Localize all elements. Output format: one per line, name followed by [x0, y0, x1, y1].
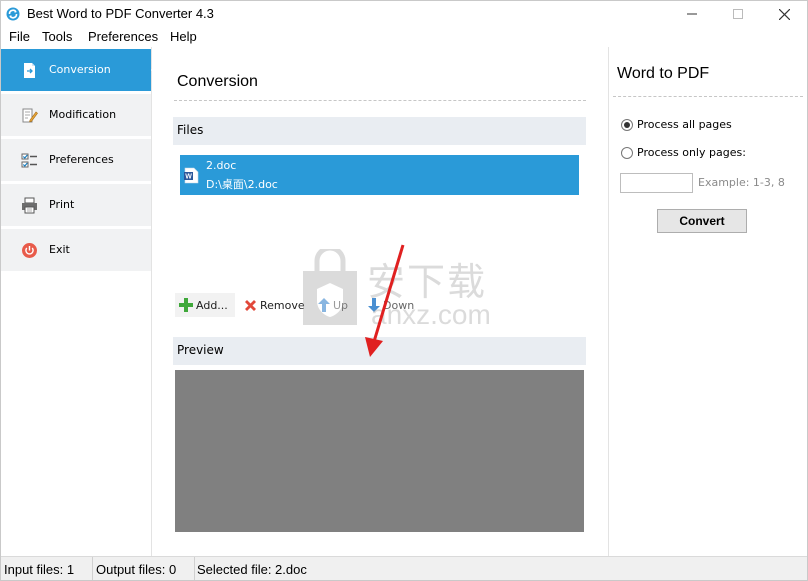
svg-text:W: W — [185, 174, 192, 181]
sidebar-item-label: Print — [49, 198, 75, 211]
maximize-button[interactable] — [715, 1, 761, 27]
status-bar: Input files: 1 Output files: 0 Selected … — [1, 556, 807, 580]
checklist-icon — [21, 153, 37, 168]
files-header: Files — [173, 117, 586, 145]
pages-input[interactable] — [620, 173, 693, 193]
options-title: Word to PDF — [617, 65, 710, 82]
app-logo-icon — [6, 7, 20, 21]
status-selected-file: Selected file: 2.doc — [197, 561, 307, 577]
annotation-arrow-icon — [365, 244, 405, 357]
remove-x-icon — [245, 299, 256, 311]
file-path: D:\桌面\2.doc — [206, 178, 278, 191]
conversion-panel: Conversion Files W 2.doc D:\桌面\2.doc Add… — [152, 47, 607, 556]
process-all-label: Process all pages — [637, 118, 732, 131]
sidebar-item-print[interactable]: Print — [1, 184, 151, 227]
menu-help[interactable]: Help — [170, 29, 197, 44]
power-icon — [22, 243, 37, 258]
conversion-icon — [24, 63, 35, 78]
process-all-radio[interactable] — [621, 119, 633, 131]
sidebar: Conversion Modification Preferences Prin… — [1, 47, 158, 556]
minimize-button[interactable] — [669, 1, 715, 27]
menu-file[interactable]: File — [9, 29, 30, 44]
window-title: Best Word to PDF Converter 4.3 — [27, 6, 214, 21]
process-only-label: Process only pages: — [637, 146, 746, 159]
menu-tools[interactable]: Tools — [42, 29, 72, 44]
sidebar-item-label: Exit — [49, 243, 70, 256]
process-only-radio[interactable] — [621, 147, 633, 159]
options-divider — [613, 96, 803, 97]
preview-header-label: Preview — [177, 343, 224, 357]
options-panel: Word to PDF Process all pages Process on… — [608, 47, 807, 556]
file-name: 2.doc — [206, 159, 237, 172]
close-button[interactable] — [761, 1, 807, 27]
status-input-files: Input files: 1 — [1, 557, 93, 580]
sidebar-item-label: Modification — [49, 108, 117, 121]
maximize-icon — [733, 9, 743, 19]
edit-icon — [22, 108, 38, 123]
plus-icon — [179, 298, 193, 312]
sidebar-item-modification[interactable]: Modification — [1, 94, 151, 137]
shield-bag-icon — [303, 245, 357, 325]
menu-bar: File Tools Preferences Help — [1, 27, 807, 47]
files-header-label: Files — [177, 123, 204, 137]
printer-icon — [22, 197, 37, 214]
minimize-icon — [687, 13, 697, 15]
add-button[interactable]: Add... — [175, 293, 235, 317]
convert-button[interactable]: Convert — [657, 209, 747, 233]
preview-area — [175, 370, 584, 532]
sidebar-item-label: Conversion — [49, 63, 111, 76]
title-bar: Best Word to PDF Converter 4.3 — [1, 1, 807, 27]
add-button-label: Add... — [196, 298, 228, 312]
close-icon — [778, 8, 790, 20]
menu-preferences[interactable]: Preferences — [88, 29, 158, 44]
sidebar-item-exit[interactable]: Exit — [1, 229, 151, 272]
sidebar-item-preferences[interactable]: Preferences — [1, 139, 151, 182]
page-title: Conversion — [177, 73, 258, 90]
word-document-icon: W — [184, 167, 199, 184]
sidebar-item-conversion[interactable]: Conversion — [1, 49, 158, 92]
pages-hint: Example: 1-3, 8 — [698, 176, 785, 189]
sidebar-item-label: Preferences — [49, 153, 114, 166]
status-output-files: Output files: 0 — [93, 557, 195, 580]
list-item[interactable]: W 2.doc D:\桌面\2.doc — [180, 155, 579, 195]
title-divider — [174, 100, 586, 101]
app-window: Best Word to PDF Converter 4.3 File Tool… — [0, 0, 808, 581]
